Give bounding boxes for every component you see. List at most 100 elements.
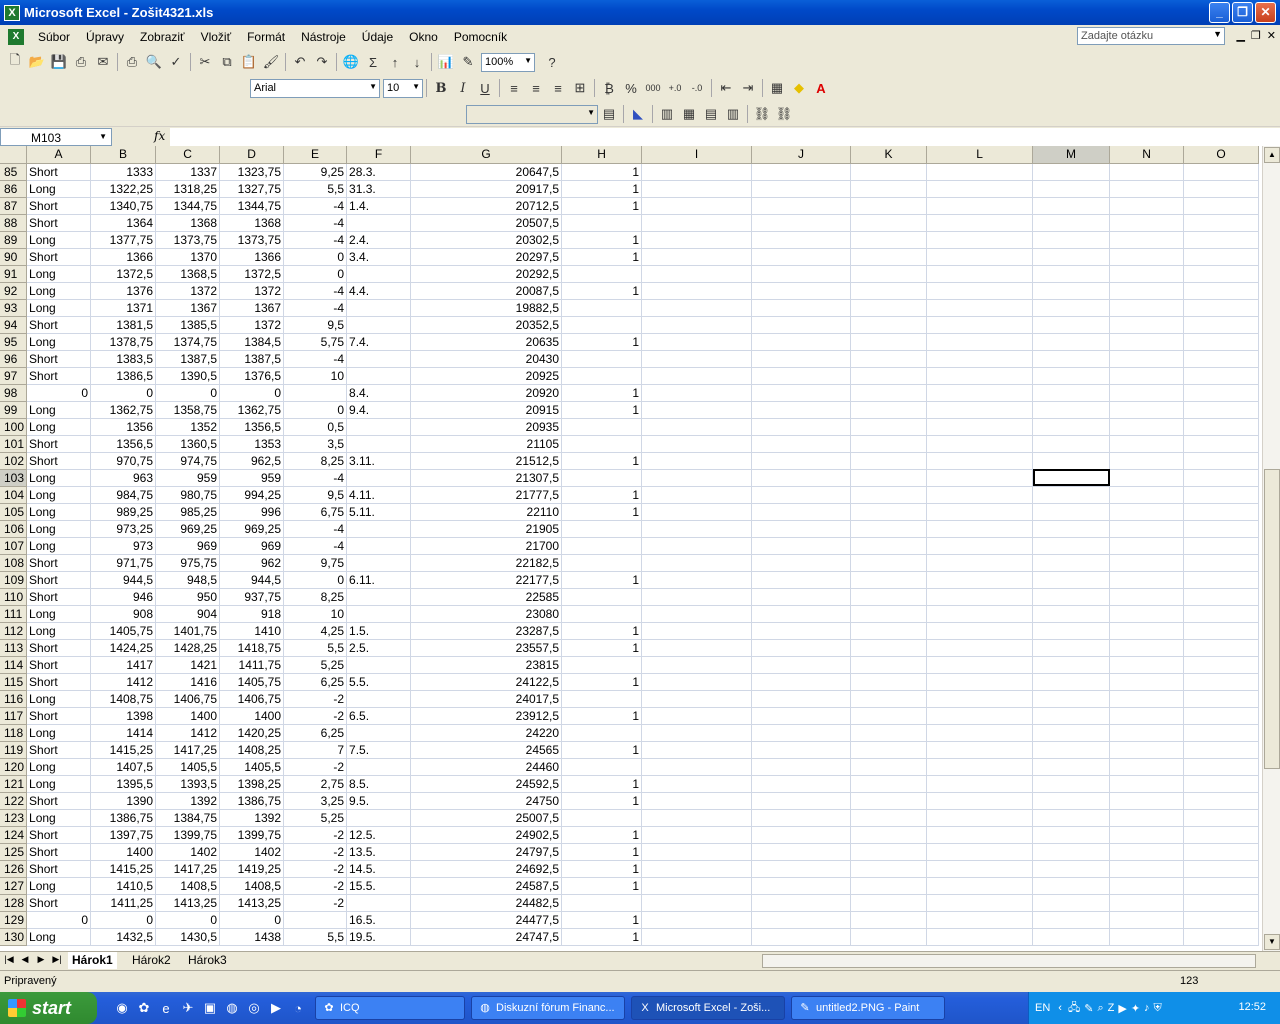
cell-b[interactable]: 971,75: [90, 554, 157, 572]
cell-f[interactable]: 4.4.: [346, 282, 412, 300]
cell-o[interactable]: [1183, 384, 1260, 402]
firefox-icon[interactable]: ◍: [221, 997, 243, 1019]
cell-a[interactable]: 0: [26, 911, 92, 929]
cell-o[interactable]: [1183, 690, 1260, 708]
cell-i[interactable]: [641, 299, 753, 317]
cell-h[interactable]: 1: [561, 231, 643, 249]
cell-a[interactable]: Short: [26, 163, 92, 181]
cell-n[interactable]: [1109, 792, 1185, 810]
row-header[interactable]: 130: [0, 928, 28, 946]
cell-o[interactable]: [1183, 469, 1260, 487]
cell-f[interactable]: [346, 469, 412, 487]
cell-h[interactable]: 1: [561, 571, 643, 589]
cell-m[interactable]: [1032, 384, 1111, 402]
cell-h[interactable]: [561, 299, 643, 317]
cell-m[interactable]: [1032, 792, 1111, 810]
column-header-a[interactable]: A: [26, 146, 92, 164]
first-sheet-icon[interactable]: |◀: [2, 954, 16, 965]
cell-e[interactable]: 5,5: [283, 639, 348, 657]
cell-l[interactable]: [926, 248, 1034, 266]
cell-f[interactable]: 31.3.: [346, 180, 412, 198]
cell-d[interactable]: 1368: [219, 214, 285, 232]
cell-n[interactable]: [1109, 486, 1185, 504]
cell-n[interactable]: [1109, 605, 1185, 623]
cell-n[interactable]: [1109, 843, 1185, 861]
cell-k[interactable]: [850, 656, 928, 674]
cell-l[interactable]: [926, 877, 1034, 895]
cell-h[interactable]: 1: [561, 401, 643, 419]
cell-h[interactable]: [561, 724, 643, 742]
cell-l[interactable]: [926, 299, 1034, 317]
cell-m[interactable]: [1032, 673, 1111, 691]
cell-o[interactable]: [1183, 877, 1260, 895]
cell-n[interactable]: [1109, 197, 1185, 215]
cell-c[interactable]: 1385,5: [155, 316, 221, 334]
cell-b[interactable]: 984,75: [90, 486, 157, 504]
cell-n[interactable]: [1109, 248, 1185, 266]
cell-d[interactable]: 1420,25: [219, 724, 285, 742]
cell-k[interactable]: [850, 350, 928, 368]
cell-m[interactable]: [1032, 197, 1111, 215]
cell-m[interactable]: [1032, 231, 1111, 249]
permission-icon[interactable]: ⎙: [70, 51, 92, 73]
row-header[interactable]: 103: [0, 469, 28, 487]
cell-l[interactable]: [926, 265, 1034, 283]
cell-c[interactable]: 1406,75: [155, 690, 221, 708]
cell-g[interactable]: 20925: [410, 367, 563, 385]
insert-function-icon[interactable]: fx: [154, 129, 165, 143]
cell-n[interactable]: [1109, 469, 1185, 487]
bold-icon[interactable]: B: [430, 77, 452, 99]
cell-d[interactable]: 994,25: [219, 486, 285, 504]
cell-i[interactable]: [641, 605, 753, 623]
print-icon[interactable]: ⎙: [121, 51, 143, 73]
cell-b[interactable]: 1412: [90, 673, 157, 691]
cell-h[interactable]: 1: [561, 248, 643, 266]
cell-b[interactable]: 970,75: [90, 452, 157, 470]
cell-c[interactable]: 1372: [155, 282, 221, 300]
cell-l[interactable]: [926, 605, 1034, 623]
cell-n[interactable]: [1109, 639, 1185, 657]
cell-c[interactable]: 1402: [155, 843, 221, 861]
cell-i[interactable]: [641, 163, 753, 181]
cell-e[interactable]: 8,25: [283, 588, 348, 606]
row-header[interactable]: 110: [0, 588, 28, 606]
cell-m[interactable]: [1032, 282, 1111, 300]
cell-o[interactable]: [1183, 367, 1260, 385]
cell-i[interactable]: [641, 418, 753, 436]
row-header[interactable]: 91: [0, 265, 28, 283]
cell-i[interactable]: [641, 707, 753, 725]
cell-h[interactable]: [561, 758, 643, 776]
cell-k[interactable]: [850, 843, 928, 861]
cell-h[interactable]: [561, 350, 643, 368]
cell-j[interactable]: [751, 503, 852, 521]
cell-d[interactable]: 1353: [219, 435, 285, 453]
cell-d[interactable]: 944,5: [219, 571, 285, 589]
cell-i[interactable]: [641, 265, 753, 283]
cell-n[interactable]: [1109, 826, 1185, 844]
cell-f[interactable]: 2.5.: [346, 639, 412, 657]
row-header[interactable]: 95: [0, 333, 28, 351]
table-grid-icon[interactable]: ▦: [678, 103, 700, 125]
cell-o[interactable]: [1183, 435, 1260, 453]
column-header-b[interactable]: B: [90, 146, 157, 164]
cell-j[interactable]: [751, 758, 852, 776]
app-icon[interactable]: ✈: [177, 997, 199, 1019]
cell-n[interactable]: [1109, 435, 1185, 453]
cell-i[interactable]: [641, 282, 753, 300]
cell-g[interactable]: 20635: [410, 333, 563, 351]
cell-j[interactable]: [751, 384, 852, 402]
row-header[interactable]: 89: [0, 231, 28, 249]
cell-e[interactable]: 5,5: [283, 928, 348, 946]
cell-i[interactable]: [641, 554, 753, 572]
cell-c[interactable]: 1393,5: [155, 775, 221, 793]
cell-l[interactable]: [926, 214, 1034, 232]
cell-c[interactable]: 969,25: [155, 520, 221, 538]
cell-l[interactable]: [926, 367, 1034, 385]
cell-e[interactable]: 7: [283, 741, 348, 759]
cell-n[interactable]: [1109, 809, 1185, 827]
cell-n[interactable]: [1109, 367, 1185, 385]
cell-c[interactable]: 1408,5: [155, 877, 221, 895]
align-left-icon[interactable]: ≡: [503, 77, 525, 99]
cell-k[interactable]: [850, 894, 928, 912]
cell-n[interactable]: [1109, 520, 1185, 538]
